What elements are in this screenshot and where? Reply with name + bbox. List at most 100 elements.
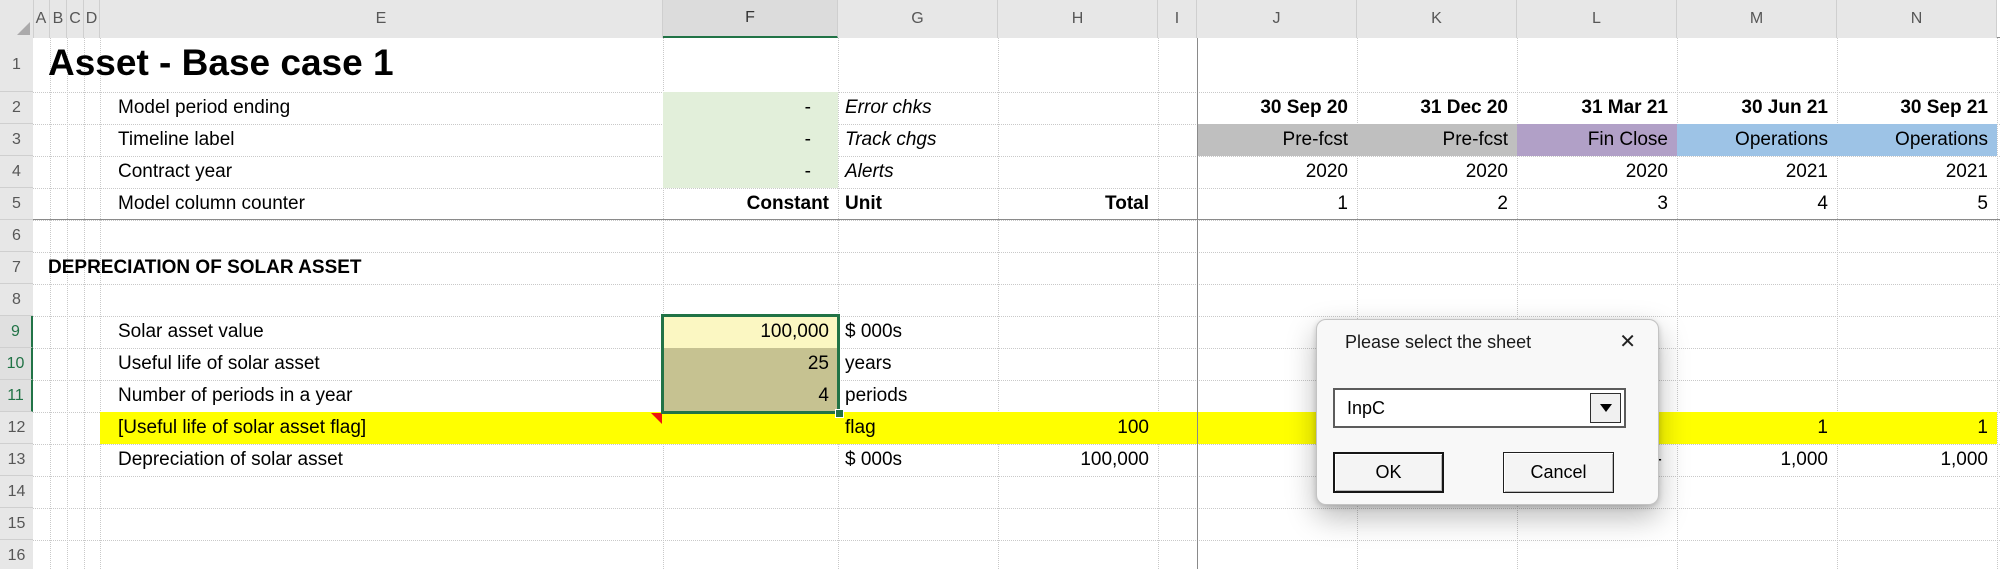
- cell-E3[interactable]: Timeline label: [100, 124, 663, 156]
- fill-handle[interactable]: [835, 409, 844, 418]
- column-header-D[interactable]: D: [84, 0, 100, 38]
- column-header-N[interactable]: N: [1837, 0, 1997, 38]
- gridline: [1158, 38, 1159, 569]
- cell-M13[interactable]: 1,000: [1677, 444, 1837, 476]
- close-icon[interactable]: ✕: [1619, 330, 1636, 354]
- column-header-C[interactable]: C: [67, 0, 84, 38]
- gridline: [33, 220, 2000, 221]
- cell-K3[interactable]: Pre-fcst: [1357, 124, 1517, 156]
- cell-G9[interactable]: $ 000s: [838, 316, 998, 348]
- cell-G5[interactable]: Unit: [838, 188, 998, 220]
- column-header-A[interactable]: A: [33, 0, 50, 38]
- cell-M3[interactable]: Operations: [1677, 124, 1837, 156]
- column-header-B[interactable]: B: [50, 0, 67, 38]
- cell-N5[interactable]: 5: [1837, 188, 1997, 220]
- cell-L2[interactable]: 31 Mar 21: [1517, 92, 1677, 124]
- row-header-13[interactable]: 13: [0, 444, 33, 476]
- cell-J5[interactable]: 1: [1197, 188, 1357, 220]
- sheet-combobox[interactable]: InpC: [1333, 388, 1626, 428]
- row-header-16[interactable]: 16: [0, 540, 33, 569]
- cell-E9[interactable]: Solar asset value: [100, 316, 663, 348]
- cell-A7[interactable]: DEPRECIATION OF SOLAR ASSET: [33, 252, 362, 284]
- cell-E13[interactable]: Depreciation of solar asset: [100, 444, 663, 476]
- cell-M2[interactable]: 30 Jun 21: [1677, 92, 1837, 124]
- cell-L4[interactable]: 2020: [1517, 156, 1677, 188]
- row-header-1[interactable]: 1: [0, 38, 33, 92]
- cell-G3[interactable]: Track chgs: [838, 124, 998, 156]
- ok-button[interactable]: OK: [1333, 452, 1444, 493]
- row-header-10[interactable]: 10: [0, 348, 33, 380]
- column-header-L[interactable]: L: [1517, 0, 1677, 38]
- cell-E10[interactable]: Useful life of solar asset: [100, 348, 663, 380]
- column-header-F[interactable]: F: [663, 0, 838, 38]
- column-header-G[interactable]: G: [838, 0, 998, 38]
- row-header-6[interactable]: 6: [0, 220, 33, 252]
- cell-E12[interactable]: [Useful life of solar asset flag]: [100, 412, 663, 444]
- cell-E5[interactable]: Model column counter: [100, 188, 663, 220]
- row-header-8[interactable]: 8: [0, 284, 33, 316]
- row-header-5[interactable]: 5: [0, 188, 33, 220]
- row-header-4[interactable]: 4: [0, 156, 33, 188]
- cell-N3[interactable]: Operations: [1837, 124, 1997, 156]
- gridline: [998, 38, 999, 569]
- cell-F5[interactable]: Constant: [663, 188, 838, 220]
- cell-L3[interactable]: Fin Close: [1517, 124, 1677, 156]
- cell-E2[interactable]: Model period ending: [100, 92, 663, 124]
- cell-A1[interactable]: Asset - Base case 1: [33, 38, 394, 92]
- gridline: [67, 38, 68, 569]
- row5-bottom-line: [33, 219, 2000, 220]
- cell-E4[interactable]: Contract year: [100, 156, 663, 188]
- cell-G13[interactable]: $ 000s: [838, 444, 998, 476]
- cell-N12[interactable]: 1: [1837, 412, 1997, 444]
- cell-H13[interactable]: 100,000: [998, 444, 1158, 476]
- cell-H12[interactable]: 100: [998, 412, 1158, 444]
- cell-J2[interactable]: 30 Sep 20: [1197, 92, 1357, 124]
- gridline: [1997, 38, 1998, 569]
- cell-K4[interactable]: 2020: [1357, 156, 1517, 188]
- select-all-corner[interactable]: [0, 0, 34, 38]
- select-all-icon: [17, 22, 30, 35]
- cell-N13[interactable]: 1,000: [1837, 444, 1997, 476]
- cell-N4[interactable]: 2021: [1837, 156, 1997, 188]
- cell-M4[interactable]: 2021: [1677, 156, 1837, 188]
- cell-L5[interactable]: 3: [1517, 188, 1677, 220]
- cell-H5[interactable]: Total: [998, 188, 1158, 220]
- cell-F4[interactable]: -: [663, 156, 838, 188]
- row-header-12[interactable]: 12: [0, 412, 33, 444]
- column-header-J[interactable]: J: [1197, 0, 1357, 38]
- cell-G11[interactable]: periods: [838, 380, 998, 412]
- cell-G10[interactable]: years: [838, 348, 998, 380]
- comment-indicator-icon: [651, 413, 662, 424]
- row-header-14[interactable]: 14: [0, 476, 33, 508]
- cell-M12[interactable]: 1: [1677, 412, 1837, 444]
- column-header-H[interactable]: H: [998, 0, 1158, 38]
- column-header-M[interactable]: M: [1677, 0, 1837, 38]
- cell-G12[interactable]: flag: [838, 412, 998, 444]
- sheet-combobox-value: InpC: [1347, 398, 1386, 418]
- cell-K5[interactable]: 2: [1357, 188, 1517, 220]
- row-header-15[interactable]: 15: [0, 508, 33, 540]
- column-header-E[interactable]: E: [100, 0, 663, 38]
- column-header-K[interactable]: K: [1357, 0, 1517, 38]
- gridline: [33, 284, 2000, 285]
- row-header-3[interactable]: 3: [0, 124, 33, 156]
- cancel-button[interactable]: Cancel: [1503, 452, 1614, 493]
- row-header-2[interactable]: 2: [0, 92, 33, 124]
- cell-E11[interactable]: Number of periods in a year: [100, 380, 663, 412]
- gridline: [50, 38, 51, 569]
- combobox-dropdown-button[interactable]: [1590, 393, 1621, 423]
- row-header-7[interactable]: 7: [0, 252, 33, 284]
- row-header-9[interactable]: 9: [0, 316, 33, 348]
- chevron-down-icon: [1599, 404, 1612, 412]
- cell-F3[interactable]: -: [663, 124, 838, 156]
- cell-K2[interactable]: 31 Dec 20: [1357, 92, 1517, 124]
- cell-F2[interactable]: -: [663, 92, 838, 124]
- cell-J4[interactable]: 2020: [1197, 156, 1357, 188]
- cell-M5[interactable]: 4: [1677, 188, 1837, 220]
- column-header-I[interactable]: I: [1158, 0, 1197, 38]
- cell-N2[interactable]: 30 Sep 21: [1837, 92, 1997, 124]
- cell-G4[interactable]: Alerts: [838, 156, 998, 188]
- cell-J3[interactable]: Pre-fcst: [1197, 124, 1357, 156]
- cell-G2[interactable]: Error chks: [838, 92, 998, 124]
- row-header-11[interactable]: 11: [0, 380, 33, 412]
